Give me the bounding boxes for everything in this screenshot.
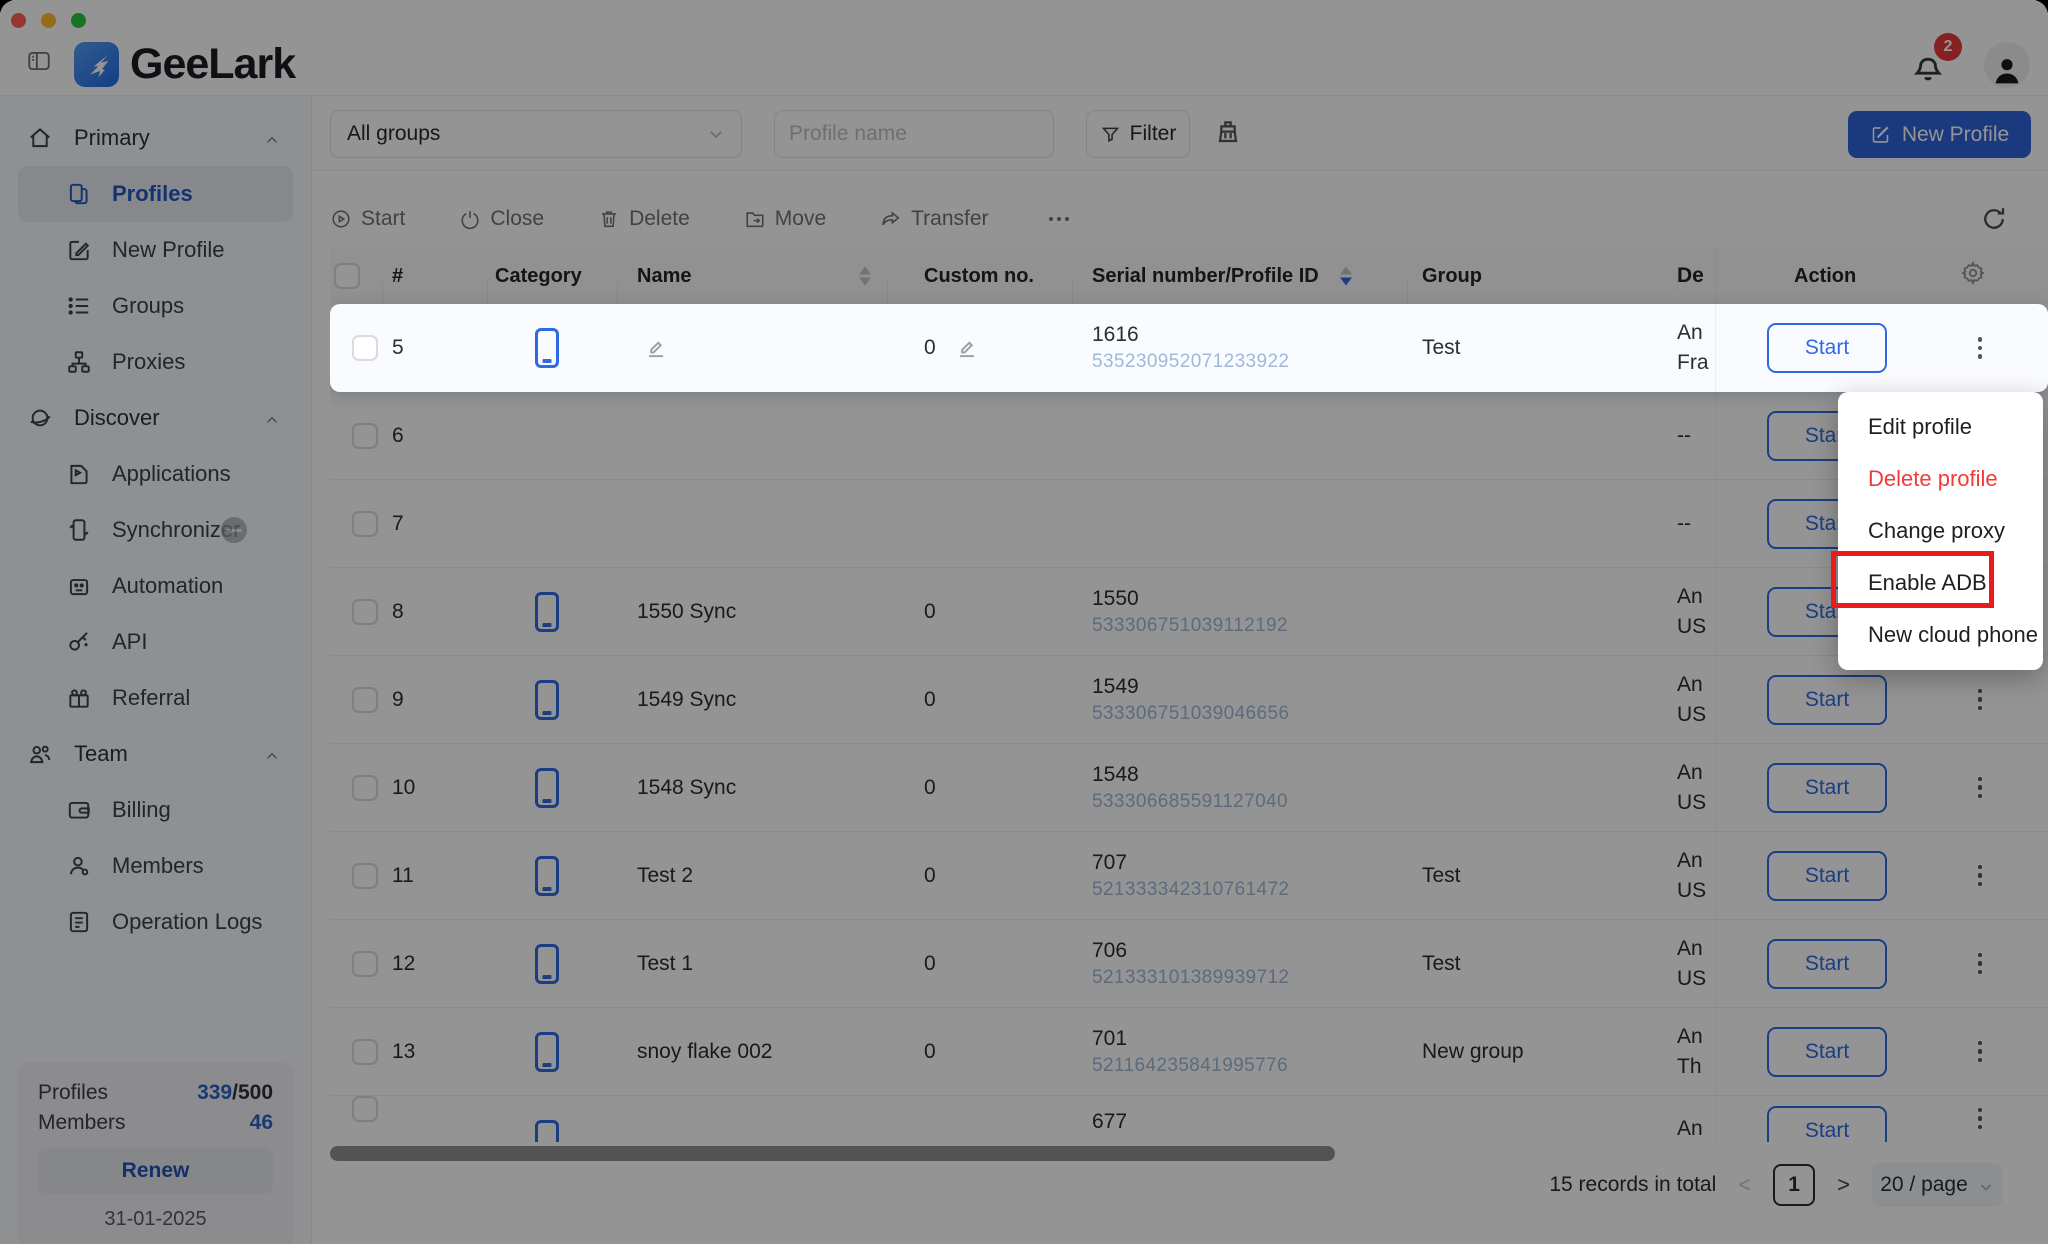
serial-cell: 1616 535230952071233922 (1072, 321, 1407, 375)
row-context-menu: Edit profileDelete profileChange proxyEn… (1838, 392, 2043, 670)
group-cell: Test (1407, 336, 1677, 360)
dim-overlay (0, 0, 2048, 1244)
row-menu-icon[interactable] (1972, 331, 1989, 365)
table-row: 5 0 1616 535230952071233922 Test AnFra (330, 304, 2048, 392)
start-button[interactable]: Start (1767, 323, 1887, 373)
edit-custom-no-icon[interactable] (954, 335, 980, 361)
profile-id: 535230952071233922 (1092, 349, 1407, 375)
device-cell: AnFra (1677, 318, 1715, 378)
menu-item-edit-profile[interactable]: Edit profile (1838, 401, 2043, 453)
menu-item-new-cloud-phone[interactable]: New cloud phone (1838, 609, 2043, 661)
row-checkbox[interactable] (352, 335, 378, 361)
profile-name-cell (617, 335, 887, 361)
enable-adb-annotation-box (1831, 551, 1994, 608)
action-cell: Start (1715, 304, 2030, 392)
custom-no-cell: 0 (887, 335, 1072, 361)
edit-name-icon[interactable] (643, 335, 669, 361)
menu-item-delete-profile[interactable]: Delete profile (1838, 453, 2043, 505)
app-window: GeeLark 2 PrimaryProfilesNew ProfileGrou… (0, 0, 2048, 1244)
cloud-phone-icon (535, 328, 559, 368)
row-number: 5 (382, 336, 487, 360)
menu-item-change-proxy[interactable]: Change proxy (1838, 505, 2043, 557)
